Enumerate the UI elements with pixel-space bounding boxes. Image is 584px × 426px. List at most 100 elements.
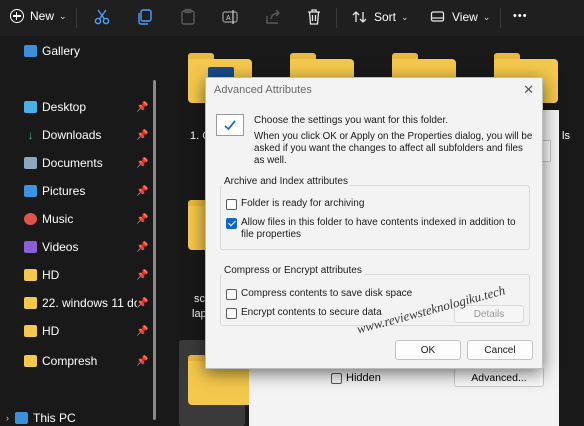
scrollbar[interactable] [153, 80, 156, 420]
delete-icon[interactable] [305, 8, 323, 26]
dialog-intro-detail: When you click OK or Apply on the Proper… [254, 131, 533, 166]
new-button[interactable]: New ⌄ [10, 9, 67, 23]
toolbar-divider [336, 8, 337, 28]
svg-text:A: A [226, 15, 231, 22]
index-checkbox[interactable] [226, 218, 237, 229]
sidebar-item-hd-2[interactable]: HD 📌 [24, 324, 154, 338]
sidebar-item-hd[interactable]: HD 📌 [24, 268, 154, 282]
folder-icon [24, 325, 37, 337]
dialog-intro: Choose the settings you want for this fo… [254, 115, 448, 126]
checkbox[interactable] [331, 372, 342, 384]
index-option[interactable]: Allow files in this folder to have conte… [226, 217, 526, 241]
videos-icon [24, 241, 37, 253]
hidden-label: Hidden [346, 372, 381, 384]
pin-icon: 📌 [136, 355, 149, 367]
rename-icon[interactable]: A [221, 8, 239, 26]
pin-icon: 📌 [136, 297, 149, 309]
sort-button[interactable]: Sort ⌄ [352, 10, 409, 24]
plus-icon [10, 9, 24, 23]
checkmark-icon [216, 114, 244, 136]
chevron-down-icon: ⌄ [482, 11, 491, 22]
compress-option[interactable]: Compress contents to save disk space [226, 288, 412, 300]
pin-icon: 📌 [136, 101, 149, 113]
view-label: View [452, 10, 478, 24]
folder-name: ls [562, 130, 570, 142]
checkbox-label: Compress contents to save disk space [241, 288, 413, 299]
gallery-icon [24, 45, 37, 57]
paste-icon[interactable] [179, 8, 197, 26]
more-options-button[interactable]: ••• [513, 10, 528, 22]
copy-icon[interactable] [136, 8, 154, 26]
hidden-checkbox[interactable]: Hidden [331, 372, 381, 384]
sidebar-item-label: Compresh [42, 354, 98, 368]
share-icon[interactable] [264, 8, 282, 26]
chevron-down-icon: ⌄ [401, 11, 409, 22]
documents-icon [24, 157, 37, 169]
sidebar-item-label: Gallery [42, 44, 81, 58]
sidebar-item-label: Pictures [42, 184, 86, 198]
sort-icon [352, 11, 367, 23]
sidebar-item-label: 22. windows 11 dov [42, 296, 137, 310]
checkbox-label: Folder is ready for archiving [241, 198, 365, 209]
sidebar-item-windows11[interactable]: 22. windows 11 dov 📌 [24, 296, 154, 310]
group-title: Archive and Index attributes [222, 176, 350, 187]
view-icon [430, 11, 445, 22]
view-button[interactable]: View ⌄ [430, 10, 490, 24]
sidebar-item-pictures[interactable]: Pictures 📌 [24, 184, 154, 198]
folder-icon [24, 269, 37, 281]
more-icon: ••• [513, 10, 528, 22]
desktop-icon [24, 101, 37, 113]
sidebar-item-label: This PC [33, 411, 76, 425]
music-icon [24, 213, 37, 225]
sidebar-item-desktop[interactable]: Desktop 📌 [24, 100, 154, 114]
dialog-title: Advanced Attributes [214, 84, 312, 96]
close-icon[interactable]: ✕ [523, 82, 534, 98]
archive-checkbox[interactable] [226, 199, 237, 210]
sidebar-item-gallery[interactable]: Gallery [24, 44, 154, 58]
new-label: New [30, 9, 55, 23]
encrypt-checkbox[interactable] [226, 308, 237, 319]
cut-icon[interactable] [93, 8, 111, 26]
sidebar-item-label: Downloads [42, 128, 102, 142]
toolbar-divider [500, 8, 501, 28]
advanced-button[interactable]: Advanced... [454, 367, 544, 387]
sidebar-item-music[interactable]: Music 📌 [24, 212, 154, 226]
checkbox-label: Allow files in this folder to have conte… [241, 217, 516, 240]
sidebar-item-compresh[interactable]: Compresh 📌 [24, 354, 154, 368]
sort-label: Sort [374, 10, 397, 24]
pin-icon: 📌 [136, 185, 149, 197]
sidebar-item-label: HD [42, 268, 60, 282]
cancel-button[interactable]: Cancel [467, 340, 533, 360]
sidebar-item-label: HD [42, 324, 60, 338]
pin-icon: 📌 [136, 241, 149, 253]
pin-icon: 📌 [136, 325, 149, 337]
pin-icon: 📌 [136, 129, 149, 141]
ok-button[interactable]: OK [395, 340, 461, 360]
pin-icon: 📌 [136, 213, 149, 225]
sidebar-item-label: Desktop [42, 100, 87, 114]
compress-checkbox[interactable] [226, 289, 237, 300]
folder-icon [24, 297, 37, 309]
folder-name: sc [194, 293, 205, 305]
sidebar-item-label: Videos [42, 240, 79, 254]
sidebar-item-documents[interactable]: Documents 📌 [24, 156, 154, 170]
pictures-icon [24, 185, 37, 197]
command-bar: New ⌄ A Sort ⌄ View ⌄ ••• [0, 0, 584, 36]
pin-icon: 📌 [136, 157, 149, 169]
sidebar-item-downloads[interactable]: ↓ Downloads 📌 [24, 128, 154, 142]
chevron-right-icon: › [6, 413, 9, 423]
archive-option[interactable]: Folder is ready for archiving [226, 198, 364, 210]
pin-icon: 📌 [136, 269, 149, 281]
sidebar-item-this-pc[interactable]: › This PC [6, 411, 136, 425]
sidebar-item-label: Documents [42, 156, 103, 170]
chevron-down-icon: ⌄ [59, 10, 67, 21]
sidebar-item-label: Music [42, 212, 74, 226]
toolbar-divider [76, 8, 77, 28]
encrypt-option[interactable]: Encrypt contents to secure data [226, 307, 382, 319]
group-title: Compress or Encrypt attributes [222, 265, 364, 276]
checkbox-label: Encrypt contents to secure data [241, 307, 382, 318]
sidebar-item-videos[interactable]: Videos 📌 [24, 240, 154, 254]
this-pc-icon [15, 412, 28, 424]
navigation-pane: Gallery Desktop 📌 ↓ Downloads 📌 Document… [0, 36, 160, 426]
folder-icon [24, 355, 37, 367]
